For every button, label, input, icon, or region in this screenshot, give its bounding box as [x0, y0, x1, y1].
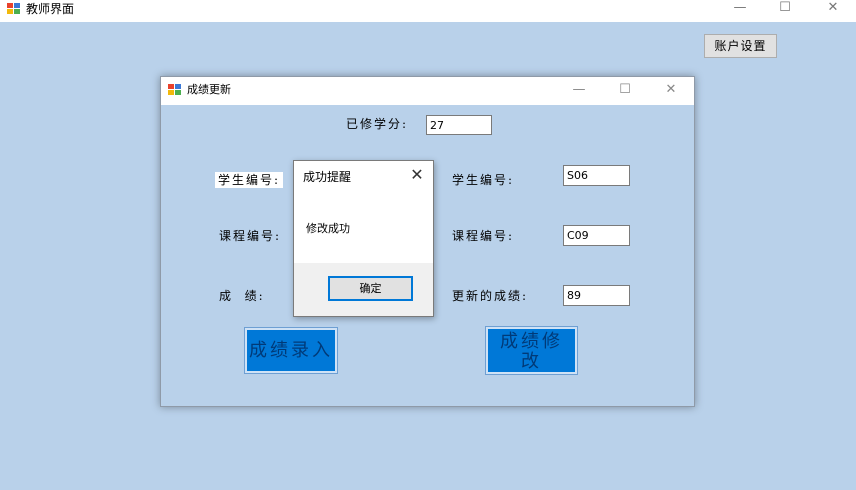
account-settings-button[interactable]: 账户设置: [704, 34, 777, 58]
student-id-field[interactable]: S06: [563, 165, 630, 186]
success-message-box: 成功提醒 ✕ 修改成功 确定: [293, 160, 434, 317]
child-close-button[interactable]: ✕: [658, 83, 684, 99]
course-id-field[interactable]: C09: [563, 225, 630, 246]
grade-modify-button[interactable]: 成绩修改: [485, 326, 578, 375]
main-titlebar: 教师界面 — ☐ ✕: [0, 0, 856, 22]
child-maximize-button[interactable]: ☐: [612, 83, 638, 99]
main-window-title: 教师界面: [26, 2, 75, 16]
left-student-id-label: 学生编号:: [215, 172, 284, 188]
grade-entry-button[interactable]: 成绩录入: [244, 327, 338, 374]
maximize-button[interactable]: ☐: [770, 0, 800, 18]
close-button[interactable]: ✕: [818, 0, 848, 18]
message-box-close-button[interactable]: ✕: [406, 167, 428, 185]
message-box-title: 成功提醒: [303, 170, 352, 184]
right-grade-label: 更新的成绩:: [452, 289, 529, 303]
child-titlebar: 成绩更新 — ☐ ✕: [161, 77, 694, 105]
credits-field[interactable]: 27: [426, 115, 492, 135]
child-minimize-button[interactable]: —: [566, 83, 592, 99]
left-course-id-label: 课程编号:: [219, 229, 282, 243]
message-text: 修改成功: [306, 222, 350, 235]
message-box-footer: 确定: [294, 263, 433, 316]
app-icon: [7, 3, 21, 15]
right-student-id-label: 学生编号:: [452, 173, 515, 187]
left-grade-label: 成 绩:: [219, 289, 265, 303]
app-icon: [168, 84, 182, 96]
ok-button[interactable]: 确定: [328, 276, 413, 301]
credits-label: 已修学分:: [346, 117, 409, 131]
grade-field[interactable]: 89: [563, 285, 630, 306]
child-window-title: 成绩更新: [187, 83, 231, 96]
right-course-id-label: 课程编号:: [452, 229, 515, 243]
minimize-button[interactable]: —: [725, 0, 755, 18]
